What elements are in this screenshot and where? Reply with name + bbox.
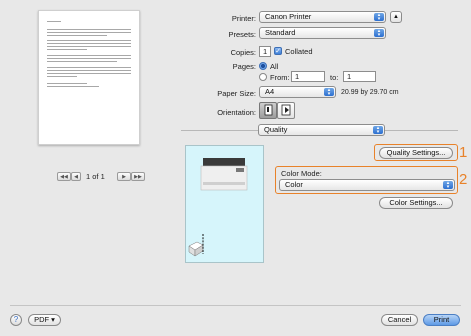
popup-arrows-icon: ▴ ▾ — [443, 181, 453, 190]
page-indicator: 1 of 1 — [86, 172, 105, 181]
pdf-menu-button[interactable]: PDF ▾ — [28, 314, 61, 326]
color-mode-value: Color — [285, 180, 303, 189]
pages-from-label: From: — [270, 73, 290, 82]
printer-value: Canon Printer — [265, 12, 312, 21]
pages-all-radio[interactable] — [259, 62, 267, 70]
presets-value: Standard — [265, 28, 296, 37]
popup-arrows-icon: ▴ ▾ — [374, 29, 384, 38]
color-mode-label: Color Mode: — [281, 169, 322, 178]
quality-settings-button[interactable]: Quality Settings... — [379, 147, 453, 159]
paper-size-value: A4 — [265, 87, 275, 96]
callout-number-1: 1 — [459, 144, 468, 161]
landscape-icon — [281, 104, 291, 116]
print-button[interactable]: Print — [423, 314, 460, 326]
pages-to-label: to: — [330, 73, 339, 82]
cancel-button[interactable]: Cancel — [381, 314, 418, 326]
orientation-label: Orientation: — [217, 108, 256, 117]
printer-select[interactable]: Canon Printer ▴ ▾ — [259, 11, 386, 23]
pages-all-label: All — [270, 62, 279, 71]
color-mode-select[interactable]: Color ▴ ▾ — [279, 179, 455, 191]
printer-illustration-icon — [188, 158, 248, 257]
presets-label: Presets: — [228, 30, 256, 39]
paper-dimensions: 20.99 by 29.70 cm — [341, 89, 399, 96]
presets-select[interactable]: Standard ▴ ▾ — [259, 27, 386, 39]
landscape-button[interactable] — [277, 102, 295, 119]
paper-size-label: Paper Size: — [217, 89, 256, 98]
collated-label: Collated — [285, 47, 313, 56]
pages-from-input[interactable]: 1 — [291, 71, 325, 82]
copies-input[interactable]: 1 — [259, 46, 271, 57]
pages-label: Pages: — [232, 62, 256, 71]
pages-to-input[interactable]: 1 — [343, 71, 376, 82]
copies-label: Copies: — [230, 48, 256, 57]
printer-label: Printer: — [231, 14, 256, 23]
popup-arrows-icon: ▴ ▾ — [374, 13, 384, 22]
section-select[interactable]: Quality ▴ ▾ — [258, 124, 385, 136]
callout-number-2: 2 — [459, 171, 468, 188]
pages-from-radio[interactable] — [259, 73, 267, 81]
section-value: Quality — [264, 125, 288, 134]
footer-separator — [10, 305, 461, 306]
first-page-button[interactable]: ◀◀ — [57, 172, 71, 181]
last-page-button[interactable]: ▶▶ — [131, 172, 145, 181]
paper-size-select[interactable]: A4 ▴ ▾ — [259, 86, 336, 98]
portrait-button[interactable] — [259, 102, 277, 119]
expand-details-button[interactable]: ▲ — [390, 11, 402, 23]
collated-checkbox[interactable]: ✓ — [274, 47, 282, 55]
help-icon: ? — [13, 315, 19, 324]
prev-page-button[interactable]: ◀ — [71, 172, 81, 181]
next-page-button[interactable]: ▶ — [117, 172, 131, 181]
help-button[interactable]: ? — [10, 314, 22, 326]
page-preview — [38, 10, 140, 145]
printer-preview-panel — [185, 145, 264, 263]
portrait-icon — [264, 104, 273, 116]
popup-arrows-icon: ▴ ▾ — [324, 88, 334, 97]
popup-arrows-icon: ▴ ▾ — [373, 126, 383, 135]
color-settings-button[interactable]: Color Settings... — [379, 197, 453, 209]
